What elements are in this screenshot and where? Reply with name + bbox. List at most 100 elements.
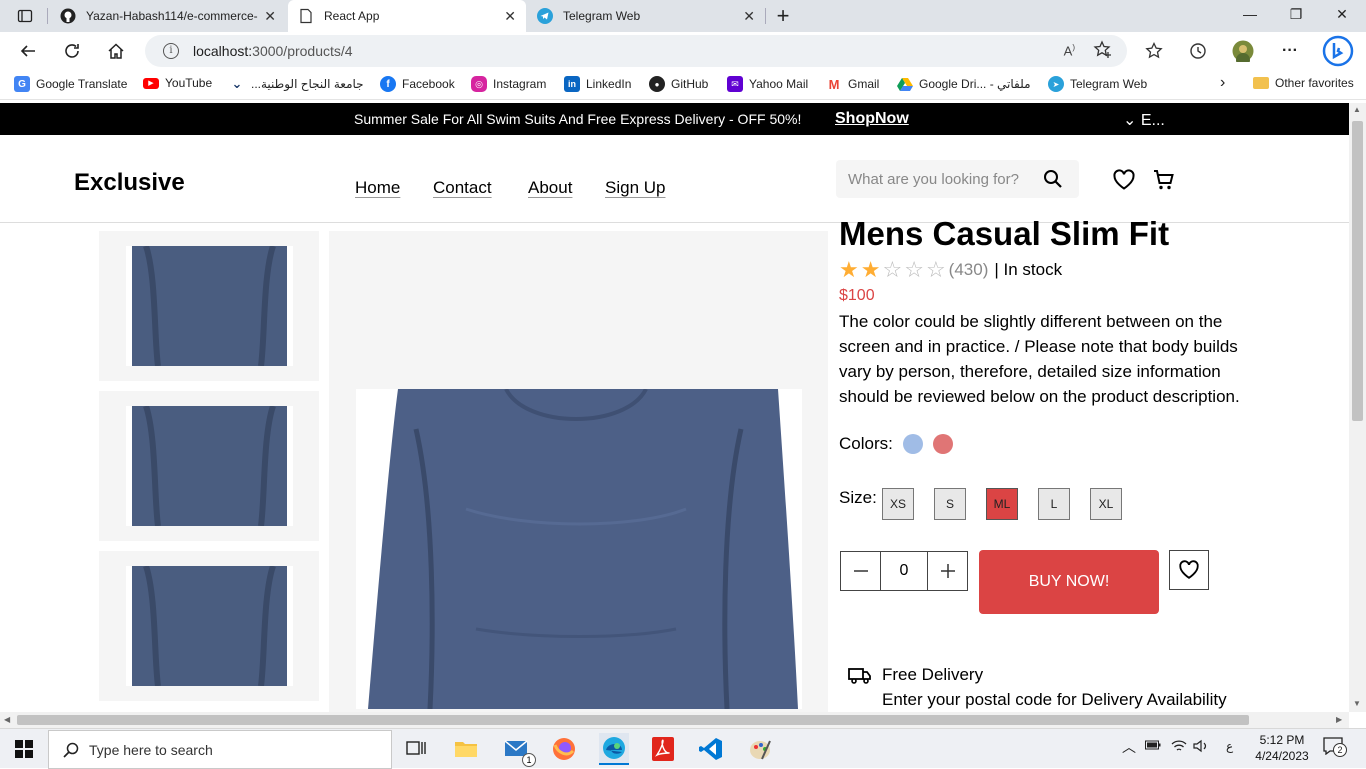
back-icon[interactable] xyxy=(17,40,39,62)
nav-contact[interactable]: Contact xyxy=(433,178,492,198)
nav-about[interactable]: About xyxy=(528,178,572,198)
shop-now-link[interactable]: ShopNow xyxy=(835,110,909,128)
new-tab-icon[interactable]: + xyxy=(772,3,794,28)
size-xl-button[interactable]: XL xyxy=(1090,488,1122,520)
more-icon[interactable]: ··· xyxy=(1279,40,1301,62)
bookmark-linkedin[interactable]: in LinkedIn xyxy=(564,76,631,92)
yahoo-icon: ✉ xyxy=(727,76,743,92)
search-icon xyxy=(63,742,79,758)
quantity-value[interactable]: 0 xyxy=(880,552,928,590)
color-swatch-red[interactable] xyxy=(932,434,953,454)
telegram-icon: ➤ xyxy=(1048,76,1064,92)
color-swatch-blue[interactable] xyxy=(902,434,923,454)
increase-quantity-button[interactable] xyxy=(928,552,967,590)
bookmark-instagram[interactable]: ◎ Instagram xyxy=(471,76,546,92)
paint-icon[interactable] xyxy=(746,735,774,763)
thumbnail-image xyxy=(125,406,293,526)
vertical-scrollbar[interactable]: ▲ ▼ xyxy=(1349,103,1366,712)
quantity-stepper: 0 xyxy=(840,551,968,591)
file-explorer-icon[interactable] xyxy=(452,735,480,763)
thumbnail-image xyxy=(125,246,293,366)
clock-date: 4/24/2023 xyxy=(1255,749,1309,763)
taskbar-search-placeholder: Type here to search xyxy=(89,741,213,758)
history-icon[interactable] xyxy=(1187,40,1209,62)
decrease-quantity-button[interactable] xyxy=(841,552,880,590)
read-aloud-icon[interactable]: A) xyxy=(1064,43,1075,58)
size-xs-button[interactable]: XS xyxy=(882,488,914,520)
volume-icon[interactable] xyxy=(1193,739,1209,756)
scrollbar-thumb[interactable] xyxy=(17,715,1249,725)
size-l-button[interactable]: L xyxy=(1038,488,1070,520)
search-input[interactable] xyxy=(848,170,1033,188)
bookmark-github[interactable]: ● GitHub xyxy=(649,76,708,92)
other-favorites[interactable]: Other favorites xyxy=(1253,76,1354,90)
firefox-icon[interactable] xyxy=(550,735,578,763)
site-info-icon[interactable]: i xyxy=(163,43,179,59)
bookmark-gmail[interactable]: M Gmail xyxy=(826,76,880,92)
bookmark-google-translate[interactable]: G Google Translate xyxy=(14,76,127,92)
nav-home[interactable]: Home xyxy=(355,178,400,198)
horizontal-scrollbar[interactable]: ◀ ▶ xyxy=(0,712,1349,728)
bookmarks-overflow-icon[interactable]: › xyxy=(1220,74,1225,92)
language-select[interactable]: ⌄ E... xyxy=(1123,110,1165,130)
product-description: The color could be slightly different be… xyxy=(839,312,1240,406)
home-icon[interactable] xyxy=(105,40,127,62)
system-clock[interactable]: 5:12 PM 4/24/2023 xyxy=(1254,732,1310,764)
scrollbar-thumb[interactable] xyxy=(1352,121,1363,421)
bookmark-facebook[interactable]: f Facebook xyxy=(380,76,455,92)
bookmark-najah[interactable]: ⌄ جامعة النجاح الوطنية... xyxy=(229,76,364,92)
minimize-icon[interactable]: — xyxy=(1240,6,1260,22)
add-to-wishlist-button[interactable] xyxy=(1169,550,1209,590)
size-s-button[interactable]: S xyxy=(934,488,966,520)
restore-icon[interactable]: ❐ xyxy=(1286,6,1306,23)
bookmark-google-drive[interactable]: Google Dri... - ملفاتي xyxy=(897,76,1031,92)
scroll-right-icon[interactable]: ▶ xyxy=(1336,715,1342,724)
cart-icon[interactable] xyxy=(1152,168,1176,192)
notification-badge: 2 xyxy=(1333,743,1347,757)
battery-icon[interactable] xyxy=(1145,739,1161,754)
tray-overflow-icon[interactable]: ︿ xyxy=(1122,737,1136,757)
close-tab-icon[interactable]: ✕ xyxy=(504,8,516,25)
notifications-icon[interactable]: 2 xyxy=(1323,737,1347,758)
edge-icon[interactable] xyxy=(599,733,629,765)
mail-icon[interactable]: 1 xyxy=(502,735,536,767)
wifi-icon[interactable] xyxy=(1171,739,1187,756)
bookmark-youtube[interactable]: ▶ YouTube xyxy=(143,76,212,90)
product-thumbnail[interactable] xyxy=(99,231,319,381)
profile-avatar[interactable] xyxy=(1232,40,1254,62)
bookmark-yahoo-mail[interactable]: ✉ Yahoo Mail xyxy=(727,76,808,92)
site-logo[interactable]: Exclusive xyxy=(74,169,185,197)
close-tab-icon[interactable]: ✕ xyxy=(743,8,755,25)
close-window-icon[interactable]: ✕ xyxy=(1332,6,1352,23)
scroll-down-icon[interactable]: ▼ xyxy=(1353,699,1361,708)
promo-banner: Summer Sale For All Swim Suits And Free … xyxy=(0,103,1349,135)
add-favorite-icon[interactable] xyxy=(1093,40,1113,63)
tab-actions-icon[interactable] xyxy=(14,5,36,27)
task-view-icon[interactable] xyxy=(402,735,430,763)
refresh-icon[interactable] xyxy=(61,40,83,62)
bing-icon[interactable] xyxy=(1322,35,1354,67)
tab-telegram[interactable]: Telegram Web ✕ xyxy=(527,0,765,32)
favorites-icon[interactable] xyxy=(1143,40,1165,62)
buy-now-button[interactable]: BUY NOW! xyxy=(979,550,1159,614)
vscode-icon[interactable] xyxy=(697,735,725,763)
input-language[interactable]: ع xyxy=(1226,739,1233,753)
wishlist-heart-icon[interactable] xyxy=(1112,168,1136,192)
bookmark-telegram[interactable]: ➤ Telegram Web xyxy=(1048,76,1147,92)
star-empty-icon: ☆ xyxy=(904,257,924,282)
delivery-description[interactable]: Enter your postal code for Delivery Avai… xyxy=(882,690,1227,710)
search-icon[interactable] xyxy=(1043,169,1063,189)
product-thumbnail[interactable] xyxy=(99,551,319,701)
tab-react-app[interactable]: React App ✕ xyxy=(288,0,526,32)
scroll-left-icon[interactable]: ◀ xyxy=(4,715,10,724)
start-windows-icon[interactable] xyxy=(10,735,38,763)
nav-sign-up[interactable]: Sign Up xyxy=(605,178,665,198)
taskbar-search[interactable]: Type here to search xyxy=(48,730,392,769)
product-thumbnail[interactable] xyxy=(99,391,319,541)
url-field[interactable]: i localhost: 3000/products/4 A) xyxy=(145,35,1127,67)
scroll-up-icon[interactable]: ▲ xyxy=(1353,105,1361,114)
close-tab-icon[interactable]: ✕ xyxy=(264,8,276,25)
acrobat-icon[interactable] xyxy=(649,735,677,763)
size-ml-button[interactable]: ML xyxy=(986,488,1018,520)
tab-github[interactable]: Yazan-Habash114/e-commerce-a ✕ xyxy=(50,0,286,32)
